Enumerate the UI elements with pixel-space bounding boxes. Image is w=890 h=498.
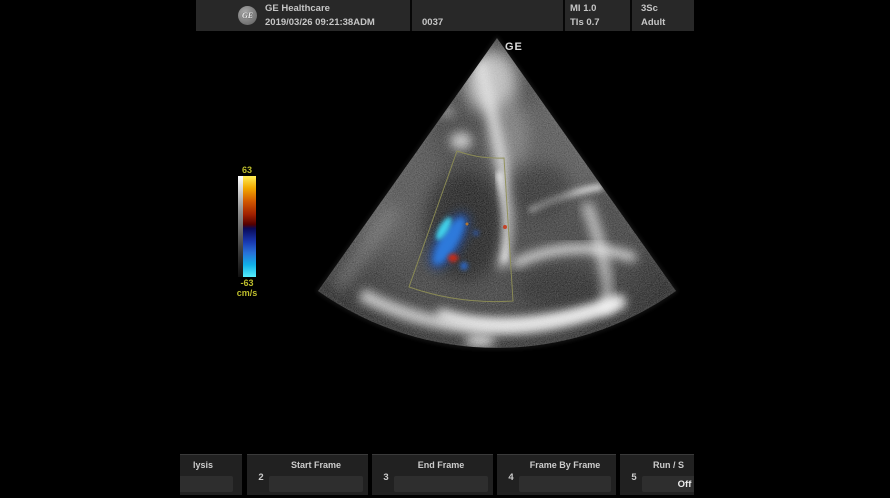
softkey-number: 2: [254, 472, 268, 483]
softkey-panel-end-frame[interactable]: 3 End Frame: [372, 454, 493, 495]
softkey-label: End Frame: [394, 460, 488, 470]
softkey-panel-run-stop[interactable]: 5 Run / S Off: [620, 454, 694, 495]
softkey-panel-start-frame[interactable]: 2 Start Frame: [247, 454, 368, 495]
ultrasound-sector-image: [180, 0, 694, 498]
softkey-button-analysis[interactable]: [180, 476, 233, 492]
softkey-button-run-stop[interactable]: Off: [642, 476, 694, 492]
sector-anatomy: [180, 0, 694, 498]
softkey-number: 5: [627, 472, 641, 483]
ultrasound-screen: { "header": { "logo": "GE", "brand": "GE…: [0, 0, 890, 498]
softkey-button-start-frame[interactable]: [269, 476, 363, 492]
softkey-label: Frame By Frame: [519, 460, 611, 470]
softkey-label: Run / S: [642, 460, 694, 470]
softkey-panel-analysis[interactable]: lysis: [180, 454, 242, 495]
softkey-label: lysis: [193, 460, 213, 470]
softkey-button-end-frame[interactable]: [394, 476, 488, 492]
softkey-label: Start Frame: [269, 460, 363, 470]
softkey-number: 3: [379, 472, 393, 483]
doppler-red-patch: [448, 254, 458, 262]
softkey-panel-frame-by-frame[interactable]: 4 Frame By Frame: [497, 454, 616, 495]
softkey-number: 4: [504, 472, 518, 483]
softkey-button-frame-by-frame[interactable]: [519, 476, 611, 492]
orientation-marker-label: GE: [505, 41, 523, 53]
display-frame: GE GE Healthcare 2019/03/26 09:21:38ADM …: [180, 0, 694, 498]
